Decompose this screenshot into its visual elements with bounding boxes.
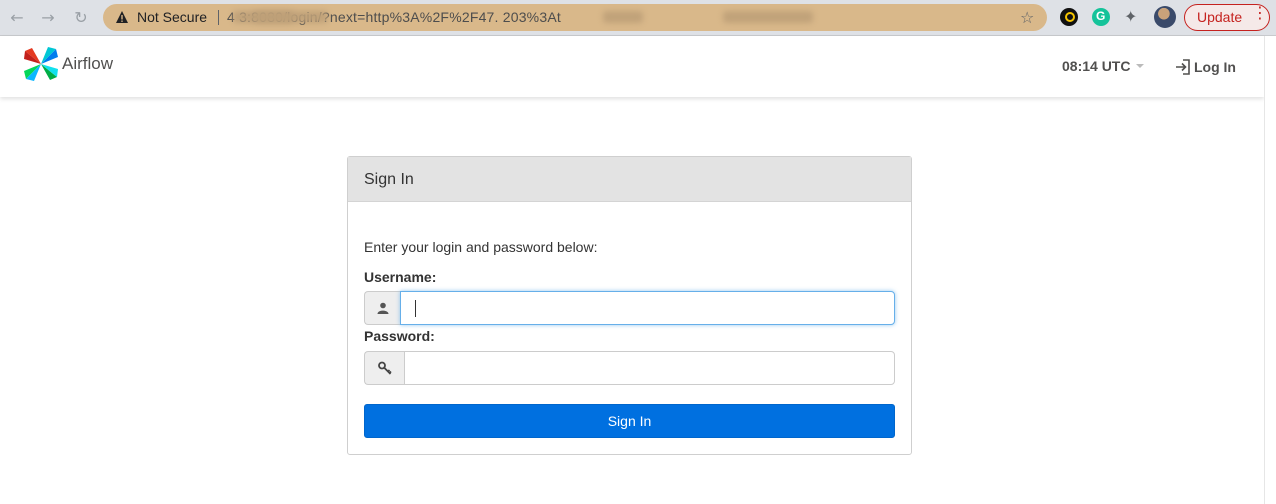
redaction: [603, 11, 643, 23]
airflow-logo-icon[interactable]: [22, 45, 60, 83]
panel-heading: Sign In: [348, 157, 911, 202]
signin-button[interactable]: Sign In: [364, 404, 895, 438]
text-cursor: [415, 300, 416, 317]
login-label: Log In: [1194, 59, 1236, 75]
password-addon: [364, 351, 404, 385]
chevron-down-icon[interactable]: [1136, 64, 1144, 68]
update-label: Update: [1197, 9, 1243, 25]
profile-avatar[interactable]: [1154, 6, 1176, 28]
warning-icon: [116, 11, 128, 23]
password-input[interactable]: [404, 351, 895, 385]
reload-icon[interactable]: ↻: [71, 8, 91, 28]
username-addon: [364, 291, 400, 325]
brand-name[interactable]: Airflow: [62, 54, 113, 74]
username-input[interactable]: [400, 291, 895, 325]
password-label: Password:: [364, 328, 435, 344]
star-icon[interactable]: ☆: [1020, 8, 1034, 27]
security-status[interactable]: Not Secure: [137, 9, 207, 25]
back-icon[interactable]: ←: [7, 8, 27, 28]
signin-panel: Sign In Enter your login and password be…: [347, 156, 912, 455]
browser-toolbar: ← → ↻ Not Secure 4 3:8080/login/?next=ht…: [0, 0, 1276, 36]
signin-button-label: Sign In: [607, 413, 652, 429]
utc-clock[interactable]: 08:14 UTC: [1062, 58, 1130, 74]
redaction: [253, 11, 328, 23]
scrollbar[interactable]: [1264, 36, 1276, 504]
app-navbar: Airflow 08:14 UTC Log In: [0, 36, 1264, 97]
signin-instructions: Enter your login and password below:: [364, 239, 598, 255]
key-icon: [377, 361, 392, 375]
forward-icon[interactable]: →: [38, 8, 58, 28]
grammarly-icon[interactable]: [1092, 8, 1110, 26]
omnibox-separator: [218, 10, 219, 25]
address-bar[interactable]: Not Secure 4 3:8080/login/?next=http%3A%…: [103, 4, 1047, 31]
panel-title: Sign In: [364, 171, 414, 188]
puzzle-icon[interactable]: ✦: [1124, 7, 1137, 26]
login-icon: [1176, 59, 1190, 75]
redaction: [723, 11, 813, 23]
user-icon: [377, 302, 388, 314]
kebab-icon[interactable]: ⋮: [1252, 4, 1268, 22]
username-label: Username:: [364, 269, 437, 285]
extension-icon[interactable]: [1060, 8, 1078, 26]
